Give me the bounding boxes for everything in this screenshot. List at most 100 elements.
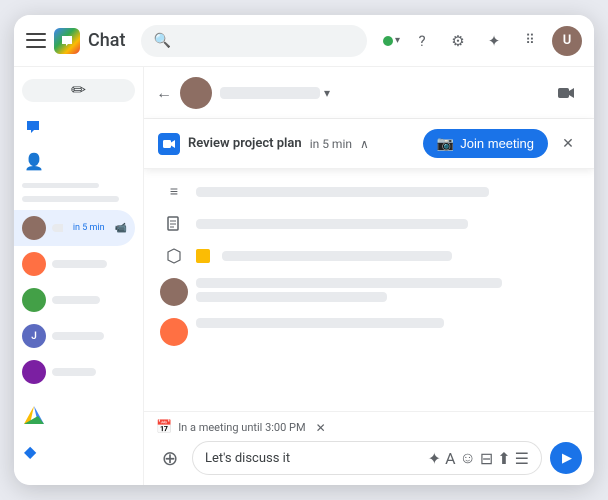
sidebar-item-conv-1[interactable]: in 5 min 📹 <box>14 210 135 246</box>
message-row-5 <box>160 318 578 346</box>
yellow-square-icon <box>196 249 210 263</box>
conversations-section: in 5 min 📹 <box>14 210 143 390</box>
sidebar: ✏ 👤 in 5 min <box>14 67 144 485</box>
chat-header-name-area: ▾ <box>220 86 542 100</box>
chat-header: ← ▾ <box>144 67 594 119</box>
message-skeleton-1 <box>196 187 489 197</box>
sidebar-item-conv-3[interactable] <box>14 282 135 318</box>
sidebar-item-chat[interactable] <box>14 110 143 144</box>
join-meeting-button[interactable]: 📷 Join meeting <box>423 129 548 158</box>
meeting-status-bar: 📅 In a meeting until 3:00 PM ✕ <box>156 420 582 435</box>
settings-icon[interactable]: ⚙ <box>444 27 472 55</box>
msg-line-1b <box>196 292 387 302</box>
top-bar: Chat 🔍 ▾ ? ⚙ ✦ ⠿ U <box>14 15 594 67</box>
message-skeleton-3 <box>222 251 452 261</box>
calendar-status-icon: 📅 <box>156 420 172 435</box>
sidebar-item-people[interactable]: 👤 <box>14 144 143 179</box>
conv-name-skeleton-1 <box>52 224 63 232</box>
sidebar-item-conv-4[interactable]: J <box>14 318 135 354</box>
message-row-4 <box>160 278 578 306</box>
chat-nav-icon <box>24 118 42 136</box>
msg-avatar-1 <box>160 278 188 306</box>
conv-avatar-1 <box>22 216 46 240</box>
sparkle-input-icon[interactable]: ✦ <box>428 449 441 468</box>
main-content: ✏ 👤 in 5 min <box>14 67 594 485</box>
meeting-badge: in 5 min <box>69 222 109 234</box>
sidebar-item-conv-2[interactable] <box>14 246 135 282</box>
sidebar-item-calendar[interactable]: ◆ <box>14 434 143 469</box>
conv-name-skeleton-5 <box>52 368 96 376</box>
status-dot <box>383 36 393 46</box>
meeting-banner: Review project plan in 5 min ∧ 📷 Join me… <box>144 119 594 169</box>
sidebar-item-conv-5[interactable] <box>14 354 135 390</box>
top-bar-actions: ▾ ? ⚙ ✦ ⠿ U <box>383 26 582 56</box>
message-row-1: ≡ <box>160 181 578 202</box>
format-text-icon[interactable]: A <box>445 449 455 468</box>
sparkle-icon[interactable]: ✦ <box>480 27 508 55</box>
msg-line-1a <box>196 278 502 288</box>
input-toolbar-icons: ✦ A ☺ ⊟ ⬆ ☰ <box>428 448 529 468</box>
app-logo <box>54 28 80 54</box>
conv-avatar-4: J <box>22 324 46 348</box>
messages-area: ≡ <box>144 169 594 411</box>
status-indicator[interactable]: ▾ <box>383 35 400 46</box>
attachment-icon[interactable]: ⊟ <box>480 449 493 468</box>
conv-name-skeleton-3 <box>52 296 100 304</box>
hamburger-menu-icon[interactable] <box>26 31 46 51</box>
app-title: Chat <box>88 30 125 51</box>
meet-icon <box>158 133 180 155</box>
search-icon: 🔍 <box>153 33 170 49</box>
chat-name-skeleton <box>220 87 320 99</box>
sidebar-bottom-icons: ◆ <box>14 390 143 477</box>
meeting-title: Review project plan <box>188 136 302 151</box>
people-icon: 👤 <box>24 152 44 171</box>
upload-icon[interactable]: ⬆ <box>497 449 510 468</box>
emoji-icon[interactable]: ☺ <box>460 448 476 468</box>
input-area: 📅 In a meeting until 3:00 PM ✕ ⊕ Let's d… <box>144 411 594 485</box>
meeting-status-close-icon[interactable]: ✕ <box>316 421 326 435</box>
conv-name-skeleton-2 <box>52 260 107 268</box>
message-skeleton-2 <box>196 219 468 229</box>
calendar-icon: ◆ <box>24 442 36 461</box>
msg-line-2a <box>196 318 444 328</box>
message-input-text[interactable]: Let's discuss it <box>205 451 428 466</box>
input-row: ⊕ Let's discuss it ✦ A ☺ ⊟ ⬆ ☰ <box>156 441 582 475</box>
apps-icon[interactable]: ⠿ <box>516 27 544 55</box>
meeting-time: in 5 min <box>310 137 352 151</box>
meet-badge-icon: 📹 <box>115 223 127 234</box>
send-button[interactable] <box>550 442 582 474</box>
video-icon <box>557 84 575 102</box>
chat-area: ← ▾ <box>144 67 594 485</box>
message-input-box[interactable]: Let's discuss it ✦ A ☺ ⊟ ⬆ ☰ <box>192 441 542 475</box>
sidebar-item-drive[interactable] <box>14 398 143 434</box>
status-chevron: ▾ <box>395 35 400 46</box>
message-row-3 <box>160 246 578 266</box>
compose-button[interactable]: ✏ <box>22 79 135 102</box>
message-icon-2 <box>160 216 188 232</box>
close-banner-button[interactable]: ✕ <box>556 132 580 156</box>
add-attachment-button[interactable]: ⊕ <box>156 444 184 472</box>
conv-text-1 <box>52 224 63 232</box>
conv-avatar-2 <box>22 252 46 276</box>
conv-text-3 <box>52 296 127 304</box>
help-icon[interactable]: ? <box>408 27 436 55</box>
more-icon[interactable]: ☰ <box>515 449 529 468</box>
chat-header-chevron-icon[interactable]: ▾ <box>324 86 330 100</box>
conv-name-skeleton-4 <box>52 332 104 340</box>
sidebar-skeleton-2 <box>22 196 119 202</box>
msg-avatar-2 <box>160 318 188 346</box>
video-call-button[interactable] <box>550 77 582 109</box>
message-icon-3 <box>160 248 188 264</box>
message-row-2 <box>160 214 578 234</box>
back-button[interactable]: ← <box>156 83 172 103</box>
expand-banner-icon[interactable]: ∧ <box>360 137 369 151</box>
search-bar[interactable]: 🔍 <box>141 25 367 57</box>
camera-icon: 📷 <box>437 135 454 152</box>
drive-icon <box>24 406 44 426</box>
conv-text-2 <box>52 260 127 268</box>
conv-text-5 <box>52 368 127 376</box>
message-icon-1: ≡ <box>160 183 188 200</box>
chat-header-avatar <box>180 77 212 109</box>
user-avatar[interactable]: U <box>552 26 582 56</box>
conv-avatar-5 <box>22 360 46 384</box>
